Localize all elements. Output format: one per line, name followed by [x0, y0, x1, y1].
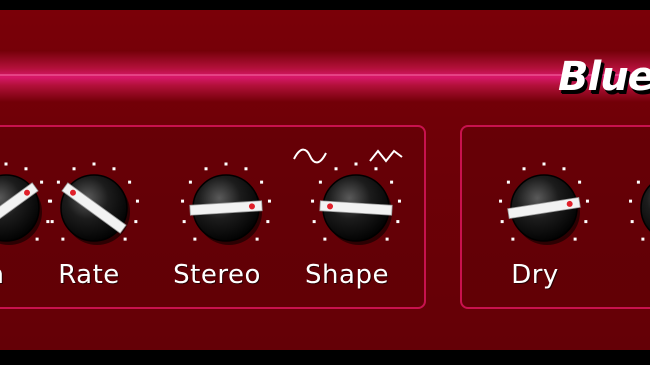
knob-tick — [636, 180, 640, 184]
knob-tick — [562, 167, 566, 171]
knob-tick — [128, 180, 132, 184]
rate-knob[interactable] — [44, 158, 144, 262]
knob-tick — [641, 237, 645, 241]
wet-label: W — [595, 260, 650, 290]
knob-tick — [181, 199, 185, 203]
stereo-knob[interactable] — [176, 158, 276, 262]
knob-tick — [112, 167, 116, 171]
knob-tick — [24, 167, 28, 171]
knob-tick — [334, 167, 338, 171]
dry-label: Dry — [511, 260, 559, 290]
knob-tick — [385, 237, 389, 241]
knob-tick — [72, 167, 76, 171]
knob-tick — [260, 180, 264, 184]
knob-tick — [267, 199, 271, 203]
knob-tick — [61, 237, 65, 241]
knob-tick — [4, 162, 8, 166]
knob-tick — [585, 199, 589, 203]
knob-tick — [92, 162, 96, 166]
knob-tick — [542, 162, 546, 166]
knob-tick — [511, 237, 515, 241]
knob-tick — [318, 180, 322, 184]
knob-tick — [224, 162, 228, 166]
knob-tick — [396, 220, 400, 224]
knob-tick — [506, 180, 510, 184]
knob-tick — [374, 167, 378, 171]
knob-tick — [50, 220, 54, 224]
stereo-label: Stereo — [173, 260, 261, 290]
rate-label: Rate — [58, 260, 120, 290]
knob-tick — [578, 180, 582, 184]
knob-tick — [312, 220, 316, 224]
knob-tick — [584, 220, 588, 224]
knob-tick — [123, 237, 127, 241]
knob-tick — [49, 199, 53, 203]
knob-tick — [193, 237, 197, 241]
knob-tick — [182, 220, 186, 224]
knob-tick — [204, 167, 208, 171]
knob-tick — [188, 180, 192, 184]
plugin-panel: Blue h Rate Stereo Shape Dry W — [0, 10, 650, 350]
rate-knob-graphic — [49, 162, 139, 245]
knob-tick — [134, 220, 138, 224]
knob-tick — [323, 237, 327, 241]
knob-tick — [573, 237, 577, 241]
knob-tick — [630, 220, 634, 224]
dry-knob-graphic — [499, 162, 589, 245]
knob-tick — [629, 199, 633, 203]
knob-tick — [266, 220, 270, 224]
knob-tick — [500, 220, 504, 224]
knob-tick — [35, 237, 39, 241]
shape-knob[interactable] — [306, 158, 406, 262]
stereo-knob-graphic — [181, 162, 271, 245]
knob-body — [640, 184, 650, 232]
wet-knob[interactable] — [624, 158, 650, 262]
shape-knob-graphic — [311, 162, 401, 245]
title-rail — [0, 50, 650, 102]
shape-label: Shape — [305, 260, 389, 290]
rail-highlight-line — [0, 74, 650, 76]
knob-tick — [244, 167, 248, 171]
knob-tick — [56, 180, 60, 184]
knob-tick — [499, 199, 503, 203]
knob-tick — [397, 199, 401, 203]
wet-knob-graphic — [629, 180, 650, 241]
knob-tick — [40, 180, 44, 184]
knob-tick — [311, 199, 315, 203]
knob-tick — [255, 237, 259, 241]
knob-tick — [390, 180, 394, 184]
brand-logo: Blue — [558, 54, 650, 100]
dry-knob[interactable] — [494, 158, 594, 262]
knob-tick — [354, 162, 358, 166]
knob-tick — [522, 167, 526, 171]
knob-tick — [135, 199, 139, 203]
